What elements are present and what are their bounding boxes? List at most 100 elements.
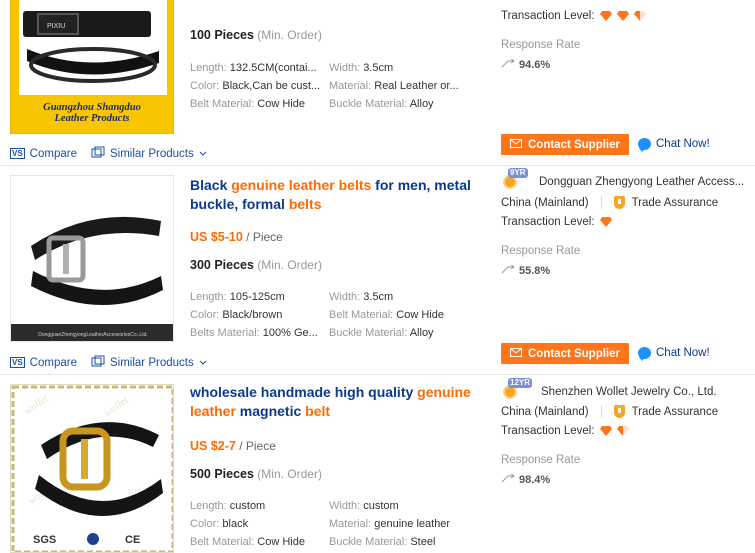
attr-value: custom (229, 500, 266, 512)
response-rate-value: 55.8% (519, 265, 551, 277)
attr-value: 100% Ge... (262, 327, 318, 339)
moq-note: (Min. Order) (257, 467, 322, 481)
chat-now-label: Chat Now! (656, 347, 710, 359)
attr-key: Width: (329, 500, 361, 512)
attr-belt-material: Belt Material: Cow Hide (190, 98, 305, 110)
attr-belt-material: Belts Material: 100% Ge... (190, 327, 318, 339)
chat-now-link[interactable]: Chat Now! (638, 138, 710, 152)
product-image[interactable]: DongguanZhengyongLeatherAccessoriesCo.,L… (10, 175, 174, 342)
attr-buckle-material: Buckle Material: Steel (329, 536, 435, 548)
trade-assurance-icon (613, 196, 625, 209)
country: China (Mainland) (501, 196, 589, 209)
response-rate-value: 98.4% (519, 474, 551, 486)
buckle-text: PIXIU (47, 23, 65, 30)
response-rate-label: Response Rate (501, 39, 581, 51)
certification-icon (87, 533, 99, 545)
attr-value: 3.5cm (363, 62, 394, 74)
diamond-icon (616, 11, 629, 21)
product-title[interactable]: wholesale handmade high quality genuine … (190, 383, 480, 421)
attr-key: Material: (329, 80, 372, 92)
similar-products-link[interactable]: Similar Products (91, 355, 207, 370)
listing-actions: VS Compare Similar Products (10, 146, 221, 161)
chat-bubble-icon (638, 347, 651, 361)
supplier: 9YR Dongguan Zhengyong Leather Access... (501, 168, 744, 190)
attr-value: Cow Hide (257, 98, 305, 110)
chevron-down-icon (199, 148, 207, 160)
title-part: wholesale handmade high quality (190, 384, 418, 400)
response-rate: 55.8% (501, 264, 551, 277)
half-diamond-icon (633, 11, 646, 21)
caption-line-1: Guangzhou Shangduo (43, 102, 141, 113)
attr-value: Black/brown (222, 309, 283, 321)
title-part: Black (190, 177, 232, 193)
trend-arrow-icon (501, 473, 515, 486)
response-rate: 94.6% (501, 58, 550, 71)
attr-color: Color: black (190, 518, 248, 530)
trade-assurance-label[interactable]: Trade Assurance (632, 406, 719, 418)
supplier-country-row: China (Mainland) Trade Assurance (501, 196, 718, 209)
years-count: 12YR (508, 378, 533, 388)
attr-length: Length: custom (190, 500, 265, 512)
attr-key: Belt Material: (329, 309, 394, 321)
attr-key: Width: (329, 291, 361, 303)
attr-value: genuine leather (374, 518, 451, 530)
attr-value: 132.5CM(contai... (229, 62, 317, 74)
company-name[interactable]: Shenzhen Wollet Jewelry Co., Ltd. (541, 386, 717, 398)
attr-key: Length: (190, 291, 227, 303)
diamond-icon (599, 11, 612, 21)
belt-image: DongguanZhengyongLeatherAccessoriesCo.,L… (11, 176, 173, 341)
attr-length: Length: 132.5CM(contai... (190, 62, 317, 74)
attr-key: Belts Material: (190, 327, 260, 339)
product-image[interactable]: wollet wollet wollet wollet SGS CE (10, 384, 174, 553)
diamond-icon (599, 426, 612, 436)
years-suffix: YR (518, 378, 531, 387)
attr-key: Belt Material: (190, 536, 255, 548)
trade-assurance-label[interactable]: Trade Assurance (632, 197, 719, 209)
separator (600, 405, 602, 418)
transaction-label: Transaction Level: (501, 216, 595, 228)
moq-note: (Min. Order) (257, 28, 322, 42)
company-name[interactable]: Dongguan Zhengyong Leather Access... (539, 176, 744, 188)
product-image[interactable]: PIXIU Guangzhou Shangduo Leather Product… (10, 0, 174, 134)
contact-supplier-button[interactable]: Contact Supplier (501, 134, 629, 155)
trend-arrow-icon (501, 58, 515, 71)
title-keyword: belt (305, 403, 331, 419)
similar-products-link[interactable]: Similar Products (91, 146, 207, 161)
attr-value: Alloy (409, 327, 434, 339)
price-amount: US $2-7 (190, 439, 236, 453)
transaction-level: Transaction Level: (501, 216, 612, 228)
chat-now-link[interactable]: Chat Now! (638, 347, 710, 361)
compare-icon: VS (10, 148, 25, 159)
attr-key: Color: (190, 80, 220, 92)
attr-key: Belt Material: (190, 98, 255, 110)
contact-supplier-label: Contact Supplier (527, 347, 620, 360)
caption-line-2: Leather Products (54, 113, 130, 124)
compare-link[interactable]: VS Compare (10, 357, 77, 369)
attr-key: Color: (190, 518, 220, 530)
attr-color: Color: Black/brown (190, 309, 282, 321)
moq-note: (Min. Order) (257, 258, 322, 272)
attr-color: Color: Black,Can be cust... (190, 80, 320, 92)
divider (0, 165, 755, 166)
belt-image: PIXIU (23, 11, 159, 83)
similar-products-icon (91, 355, 105, 370)
attr-key: Width: (329, 62, 361, 74)
compare-link[interactable]: VS Compare (10, 148, 77, 160)
attr-buckle-material: Buckle Material: Alloy (329, 98, 434, 110)
price-unit: / Piece (242, 230, 283, 244)
attr-value: custom (363, 500, 399, 512)
attr-width: Width: 3.5cm (329, 62, 393, 74)
chevron-down-icon (199, 357, 207, 369)
years-count: 9YR (508, 168, 528, 178)
transaction-label: Transaction Level: (501, 10, 595, 22)
attr-belt-material: Belt Material: Cow Hide (190, 536, 305, 548)
supplier-country-row: China (Mainland) Trade Assurance (501, 405, 718, 418)
product-title[interactable]: Black genuine leather belts for men, met… (190, 176, 480, 214)
contact-supplier-button[interactable]: Contact Supplier (501, 343, 629, 364)
title-keyword: genuine leather belts (231, 177, 372, 193)
supplier: 12YR Shenzhen Wollet Jewelry Co., Ltd. (501, 378, 717, 400)
attr-key: Buckle Material: (329, 327, 408, 339)
attr-key: Color: (190, 309, 220, 321)
attr-key: Material: (329, 518, 372, 530)
divider (0, 374, 755, 375)
